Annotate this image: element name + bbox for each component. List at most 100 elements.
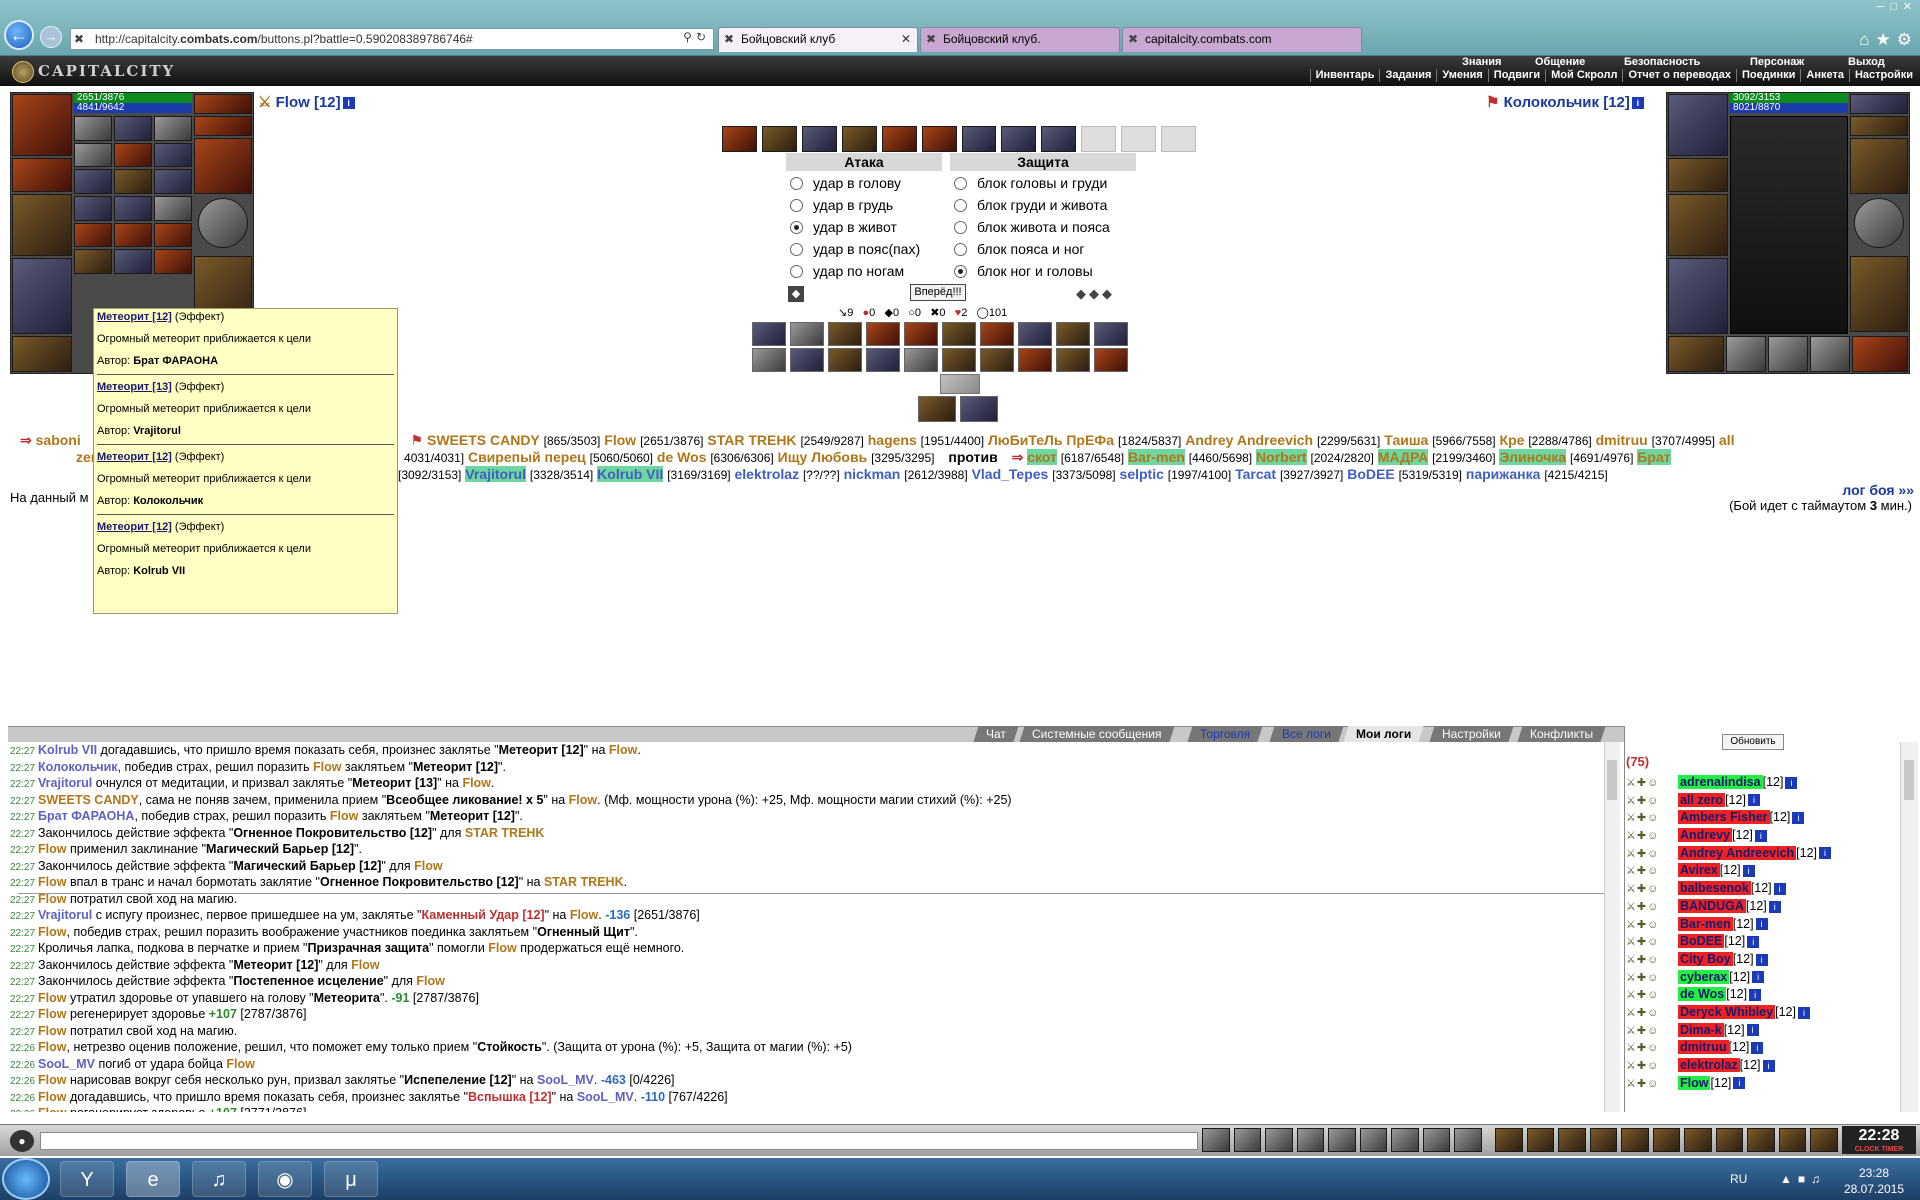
- radio-button[interactable]: [954, 265, 967, 278]
- menu-fights[interactable]: Поединки: [1735, 69, 1800, 82]
- online-user[interactable]: ⚔✚☺ Ambers Fisher [12] i: [1626, 809, 1898, 827]
- effect-icon[interactable]: [940, 374, 980, 394]
- player-link[interactable]: dmitruu: [1596, 432, 1648, 448]
- helmet-slot[interactable]: [1668, 94, 1728, 156]
- player-link[interactable]: Andrey Andreevich: [1185, 432, 1313, 448]
- effect-icon[interactable]: [942, 322, 976, 346]
- spell-slot[interactable]: [154, 142, 192, 168]
- smile-icon[interactable]: [1422, 1128, 1450, 1152]
- yandex-icon[interactable]: Y: [60, 1161, 114, 1197]
- defense-option[interactable]: блок живота и пояса: [954, 216, 1140, 238]
- player-link[interactable]: Tarcat: [1235, 466, 1276, 482]
- player-link[interactable]: Брат: [1637, 449, 1671, 465]
- sound-icon[interactable]: [1391, 1128, 1419, 1152]
- tab-bk-1[interactable]: ✖ Бойцовский клуб ✕: [718, 27, 918, 52]
- attack-option[interactable]: удар в голову: [790, 172, 950, 194]
- player-link[interactable]: Vlad_Tepes: [972, 466, 1049, 482]
- player-link[interactable]: Bar-men: [1128, 449, 1185, 465]
- online-user[interactable]: ⚔✚☺ balbesenok [12] i: [1626, 880, 1898, 898]
- spell-slot[interactable]: [114, 116, 152, 141]
- radio-button[interactable]: [954, 221, 967, 234]
- chat-input[interactable]: [40, 1132, 1198, 1150]
- info-icon[interactable]: i: [1792, 812, 1805, 825]
- radio-button[interactable]: [790, 221, 803, 234]
- user-name[interactable]: balbesenok: [1678, 881, 1751, 896]
- tool-icon[interactable]: [1747, 1128, 1775, 1152]
- ring-slot[interactable]: [1850, 116, 1908, 136]
- amulet-slot[interactable]: [12, 158, 72, 192]
- info-icon[interactable]: i: [1754, 829, 1767, 842]
- effect-icon[interactable]: [1094, 348, 1128, 372]
- attack-option[interactable]: удар в грудь: [790, 194, 950, 216]
- spell-slot[interactable]: [114, 249, 152, 274]
- user-name[interactable]: Flow: [1678, 1075, 1711, 1090]
- chat-icon[interactable]: [1454, 1128, 1482, 1152]
- spell-slot[interactable]: [74, 116, 112, 141]
- tool-icon[interactable]: [1589, 1128, 1618, 1152]
- home-icon[interactable]: ⌂: [1859, 30, 1875, 49]
- effect-link[interactable]: Метеорит [13]: [97, 381, 172, 393]
- info-icon[interactable]: i: [1746, 1024, 1759, 1037]
- spell-slot[interactable]: [154, 222, 192, 248]
- tray-clock[interactable]: 23:28 28.07.2015: [1830, 1165, 1918, 1199]
- spell-slot[interactable]: [74, 222, 112, 248]
- forward-button[interactable]: →: [40, 26, 62, 48]
- address-bar[interactable]: http://capitalcity.combats.com/buttons.p…: [70, 28, 714, 50]
- menu-profile[interactable]: Анкета: [1800, 69, 1849, 82]
- user-name[interactable]: de Wos: [1678, 987, 1727, 1002]
- effect-icon[interactable]: [960, 396, 998, 422]
- effect-icon[interactable]: [790, 348, 824, 372]
- skill-slot[interactable]: [961, 126, 997, 152]
- tool-icon[interactable]: [1715, 1128, 1744, 1152]
- filter-icon[interactable]: [1265, 1128, 1293, 1152]
- spell-slot[interactable]: [114, 169, 152, 194]
- radio-button[interactable]: [954, 243, 967, 256]
- effect-icon[interactable]: [918, 396, 956, 422]
- user-name[interactable]: dmitruu: [1678, 1040, 1729, 1055]
- defense-option[interactable]: блок груди и живота: [954, 194, 1140, 216]
- online-user[interactable]: ⚔✚☺ Avirex [12] i: [1626, 862, 1898, 880]
- effect-icon[interactable]: [752, 348, 786, 372]
- player-link[interactable]: ЛюБиТеЛь ПрЕФа: [988, 432, 1114, 448]
- menu-transfers[interactable]: Отчет о переводах: [1622, 69, 1736, 82]
- online-user[interactable]: ⚔✚☺ Flow [12] i: [1626, 1075, 1898, 1093]
- skill-slot[interactable]: [801, 126, 837, 152]
- chat-menu-icon[interactable]: ●: [10, 1130, 34, 1152]
- back-button[interactable]: ←: [4, 20, 34, 50]
- info-icon[interactable]: i: [1752, 971, 1765, 984]
- weapon-slot[interactable]: [12, 194, 72, 256]
- info-icon[interactable]: i: [1785, 776, 1798, 789]
- helmet-slot[interactable]: [12, 94, 72, 156]
- radio-button[interactable]: [790, 265, 803, 278]
- spell-slot[interactable]: [74, 142, 112, 168]
- belt-slot[interactable]: [12, 336, 72, 372]
- gloves-slot[interactable]: [194, 138, 252, 194]
- skill-slot-empty[interactable]: [1161, 126, 1197, 152]
- effect-icon[interactable]: [752, 322, 786, 346]
- skill-slot[interactable]: [761, 126, 797, 152]
- effect-icon[interactable]: [1094, 322, 1128, 346]
- gear-icon[interactable]: ⚙: [1897, 30, 1918, 49]
- ie-icon[interactable]: e: [126, 1161, 180, 1197]
- player-link[interactable]: Vrajitorul: [465, 466, 526, 482]
- menu-feats[interactable]: Подвиги: [1487, 69, 1545, 82]
- refresh-button[interactable]: Обновить: [1722, 734, 1784, 750]
- shield-slot[interactable]: [1854, 198, 1904, 248]
- online-user[interactable]: ⚔✚☺ adrenalindisa [12] i: [1626, 774, 1898, 792]
- effect-icon[interactable]: [866, 322, 900, 346]
- menu-inventory[interactable]: Инвентарь: [1309, 69, 1380, 82]
- language-indicator[interactable]: RU: [1730, 1172, 1747, 1186]
- player-link[interactable]: Kolrub VII: [597, 466, 664, 482]
- info-icon[interactable]: i: [1749, 988, 1762, 1001]
- info-icon[interactable]: i: [1819, 847, 1832, 860]
- player-link[interactable]: STAR TREHK: [707, 432, 796, 448]
- tab-all-logs[interactable]: Все логи: [1269, 726, 1344, 742]
- spell-slot[interactable]: [74, 169, 112, 194]
- menu-scroll[interactable]: Мой Скролл: [1545, 69, 1622, 82]
- user-name[interactable]: Andrevy: [1678, 828, 1733, 843]
- tab-conflicts[interactable]: Конфликты: [1517, 726, 1606, 742]
- belt-slot[interactable]: [1852, 336, 1908, 372]
- right-fighter-name[interactable]: ⚑ Колокольчик [12] i: [1486, 93, 1644, 111]
- spell-slot[interactable]: [154, 195, 192, 221]
- user-name[interactable]: Ambers Fisher: [1678, 810, 1770, 825]
